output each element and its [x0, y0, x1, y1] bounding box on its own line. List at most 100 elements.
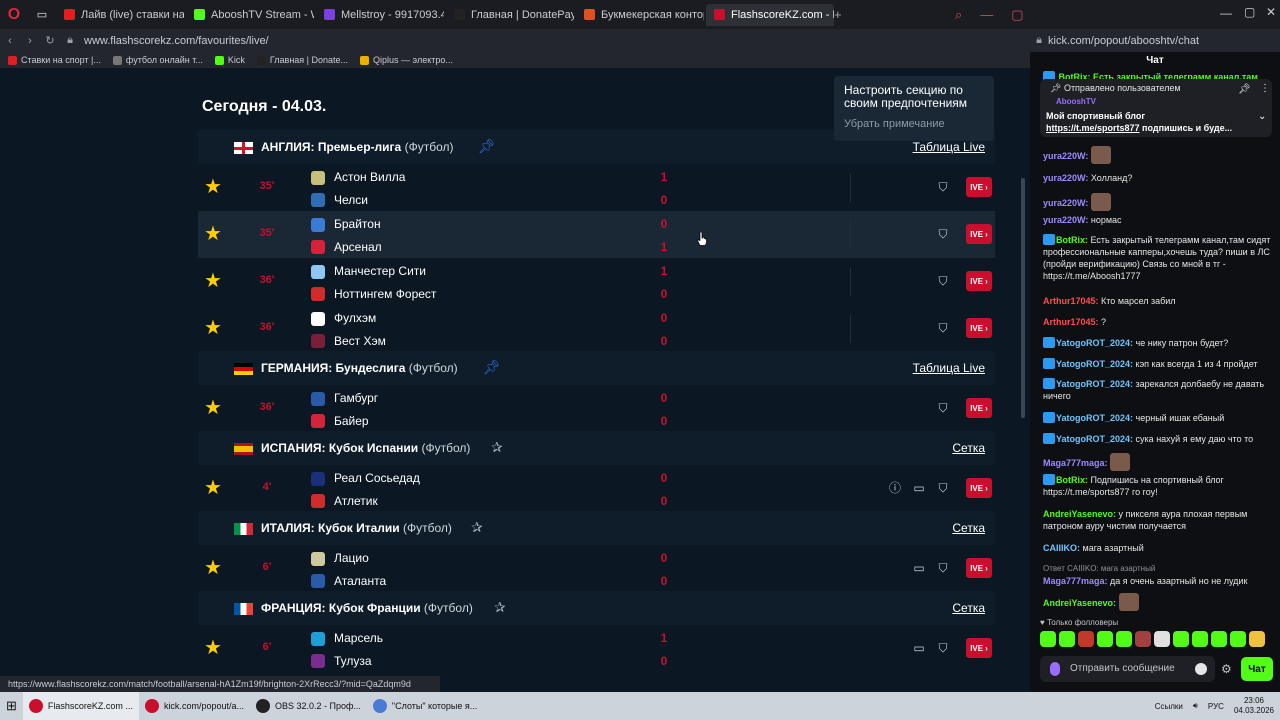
league-table-link[interactable]: Таблица Live	[913, 140, 985, 154]
chevron-down-icon[interactable]: ⌄	[1258, 111, 1266, 122]
emote-icon[interactable]	[1135, 631, 1151, 647]
browser-tab[interactable]: Главная | DonatePay	[446, 4, 574, 26]
match-row[interactable]: ★ 6' Марсель Тулуза 1 0 ▭ ⛉ IVE ›	[198, 625, 995, 672]
browser-tab[interactable]: Лайв (live) ставки на Хок	[56, 4, 184, 26]
favorite-star-icon[interactable]: ★	[204, 318, 222, 338]
new-tab-button[interactable]: +	[834, 7, 848, 22]
minimize-button[interactable]: —	[980, 7, 993, 22]
tv-icon[interactable]: ▭	[912, 481, 926, 495]
back-icon[interactable]: ‹	[0, 35, 20, 47]
chat-username[interactable]: YatogoROT_2024:	[1056, 359, 1133, 369]
close-button[interactable]: ✕	[1266, 5, 1276, 19]
chat-username[interactable]: Maga777maga:	[1043, 576, 1108, 586]
taskbar-app-button[interactable]: OBS 32.0.2 - Проф...	[250, 692, 367, 720]
chat-username[interactable]: AndreiYasenevo:	[1043, 598, 1116, 608]
chat-username[interactable]: yura220W:	[1043, 215, 1088, 225]
chat-username[interactable]: CAIIIKO:	[1043, 543, 1080, 553]
emote-icon[interactable]	[1249, 631, 1265, 647]
chat-username[interactable]: BotRix:	[1056, 235, 1088, 245]
emote-icon[interactable]	[1173, 631, 1189, 647]
match-row[interactable]: ★ 36' Фулхэм Вест Хэм 0 0 ⛉ IVE ›	[198, 305, 995, 352]
favorite-star-icon[interactable]: ★	[204, 398, 222, 418]
pinned-message[interactable]: 📌︎ Отправлено пользователем AbooshTV Мой…	[1040, 79, 1272, 137]
more-options-icon[interactable]: ⋮	[1260, 83, 1270, 94]
reload-icon[interactable]: ↻	[40, 34, 60, 47]
favorite-star-icon[interactable]: ★	[204, 558, 222, 578]
chat-username[interactable]: yura220W:	[1043, 151, 1088, 161]
chat-input[interactable]: Отправить сообщение	[1040, 656, 1215, 682]
chat-username[interactable]: BotRix:	[1056, 475, 1088, 485]
gear-icon[interactable]: ⚙	[1221, 662, 1232, 676]
tv-icon[interactable]: ▭	[912, 561, 926, 575]
tv-icon[interactable]: ▭	[912, 641, 926, 655]
favorite-star-icon[interactable]: ★	[204, 224, 222, 244]
emote-icon[interactable]	[1211, 631, 1227, 647]
emote-icon[interactable]	[1230, 631, 1246, 647]
live-stream-button[interactable]: IVE ›	[966, 398, 992, 418]
bookmark-item[interactable]: Qiplus — электро...	[360, 55, 453, 65]
favorite-star-icon[interactable]: ★	[204, 638, 222, 658]
emote-icon[interactable]	[1078, 631, 1094, 647]
browser-tab[interactable]: AbooshTV Stream - Watc	[186, 4, 314, 26]
lineup-shirt-icon[interactable]: ⛉	[936, 401, 950, 415]
lineup-shirt-icon[interactable]: ⛉	[936, 321, 950, 335]
chat-username[interactable]: Maga777maga:	[1043, 458, 1108, 468]
match-row[interactable]: ★ 36' Манчестер Сити Ноттингем Форест 1 0 ⛉ IVE…	[198, 258, 995, 305]
favorite-star-icon[interactable]: ★	[204, 478, 222, 498]
league-name[interactable]: АНГЛИЯ: Премьер-лига (Футбол)	[261, 140, 453, 154]
minimize-button[interactable]: —	[1220, 6, 1232, 20]
page-scrollbar[interactable]	[1019, 68, 1027, 676]
bookmark-item[interactable]: футбол онлайн т...	[112, 55, 203, 65]
lineup-shirt-icon[interactable]: ⛉	[936, 227, 950, 241]
browser-tab[interactable]: FlashscoreKZ.com - Избр	[706, 3, 834, 26]
match-row[interactable]: ★ 35' Астон Вилла Челси 1 0 ⛉ IVE ›	[198, 164, 995, 211]
chat-username[interactable]: yura220W:	[1043, 198, 1088, 208]
chat-username[interactable]: YatogoROT_2024:	[1056, 338, 1133, 348]
send-chat-button[interactable]: Чат	[1241, 657, 1273, 681]
pinned-league-icon[interactable]: 📌︎	[483, 359, 501, 376]
chat-username[interactable]: yura220W:	[1043, 173, 1088, 183]
league-table-link[interactable]: Сетка	[952, 441, 985, 455]
browser-tab[interactable]: Букмекерская контора	[576, 4, 704, 26]
lineup-shirt-icon[interactable]: ⛉	[936, 274, 950, 288]
emote-icon[interactable]	[1040, 631, 1056, 647]
emote-icon[interactable]	[1059, 631, 1075, 647]
taskbar-app-button[interactable]: FlashscoreKZ.com ...	[22, 692, 139, 720]
info-icon[interactable]: ⓘ	[888, 481, 902, 495]
language-indicator[interactable]: РУС	[1208, 702, 1224, 711]
chat-username[interactable]: YatogoROT_2024:	[1056, 413, 1133, 423]
live-stream-button[interactable]: IVE ›	[966, 224, 992, 244]
search-tabs-icon[interactable]: ⌕	[955, 7, 962, 23]
scrollbar-thumb[interactable]	[1021, 178, 1025, 418]
maximize-button[interactable]: ▢	[1011, 7, 1023, 23]
url-input[interactable]: www.flashscorekz.com/favourites/live/	[84, 35, 269, 47]
league-table-link[interactable]: Таблица Live	[913, 361, 985, 375]
league-name[interactable]: ИТАЛИЯ: Кубок Италии (Футбол)	[261, 521, 452, 535]
pin-league-icon[interactable]: ✰	[471, 519, 483, 536]
lineup-shirt-icon[interactable]: ⛉	[936, 561, 950, 575]
taskbar-app-button[interactable]: "Слоты" которые я...	[367, 692, 483, 720]
live-stream-button[interactable]: IVE ›	[966, 478, 992, 498]
clock[interactable]: 23:06 04.03.2026	[1234, 696, 1274, 716]
lineup-shirt-icon[interactable]: ⛉	[936, 180, 950, 194]
league-name[interactable]: ГЕРМАНИЯ: Бундеслига (Футбол)	[261, 361, 458, 375]
chat-username[interactable]: YatogoROT_2024:	[1056, 379, 1133, 389]
start-button[interactable]: ⊞	[0, 692, 23, 720]
microphone-icon[interactable]	[1050, 662, 1060, 676]
league-table-link[interactable]: Сетка	[952, 521, 985, 535]
match-row[interactable]: ★ 35' Брайтон Арсенал 0 1 ⛉ IVE ›	[198, 211, 995, 258]
links-label[interactable]: Ссылки	[1155, 702, 1183, 711]
emote-icon[interactable]	[1097, 631, 1113, 647]
lineup-shirt-icon[interactable]: ⛉	[936, 481, 950, 495]
opera-logo-icon[interactable]: O	[0, 0, 28, 29]
match-row[interactable]: ★ 6' Лацио Аталанта 0 0 ▭ ⛉ IVE ›	[198, 545, 995, 592]
pinned-league-icon[interactable]: 📌︎	[478, 138, 496, 155]
chat-username[interactable]: AndreiYasenevo:	[1043, 509, 1116, 519]
live-stream-button[interactable]: IVE ›	[966, 177, 992, 197]
maximize-button[interactable]: ▢	[1244, 5, 1255, 19]
volume-icon[interactable]: 🔊︎	[1193, 701, 1198, 711]
dismiss-tooltip-link[interactable]: Убрать примечание	[844, 118, 984, 130]
league-name[interactable]: ИСПАНИЯ: Кубок Испании (Футбол)	[261, 441, 470, 455]
live-stream-button[interactable]: IVE ›	[966, 318, 992, 338]
league-name[interactable]: ФРАНЦИЯ: Кубок Франции (Футбол)	[261, 601, 473, 615]
